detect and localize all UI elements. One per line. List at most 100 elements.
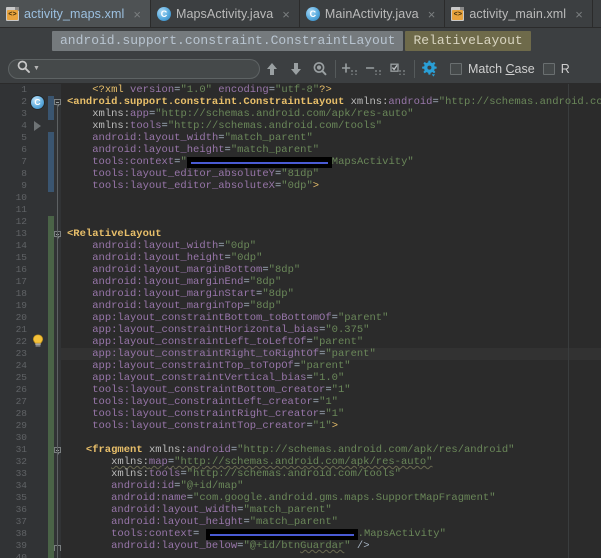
close-icon[interactable]: × xyxy=(426,8,438,21)
code-line[interactable]: android:layout_marginBottom="8dp" xyxy=(61,264,601,276)
code-line[interactable]: android:layout_height="match_parent" xyxy=(61,144,601,156)
remove-selection-button[interactable] xyxy=(363,57,387,81)
code-line[interactable]: <RelativeLayout xyxy=(61,228,601,240)
line-number: 36 xyxy=(15,504,27,515)
close-icon[interactable]: × xyxy=(280,8,292,21)
line-number: 28 xyxy=(15,408,27,419)
code-line[interactable]: xmlns:tools="http://schemas.android.com/… xyxy=(61,468,601,480)
find-previous-button[interactable] xyxy=(260,57,284,81)
code-line[interactable]: android:layout_marginStart="8dp" xyxy=(61,288,601,300)
search-input[interactable] xyxy=(42,61,251,76)
editor-tab-mainactivity-java[interactable]: C MainActivity.java × xyxy=(299,0,446,27)
close-icon[interactable]: × xyxy=(131,8,143,21)
code-line[interactable]: android:layout_width="match_parent" xyxy=(61,504,601,516)
code-line[interactable]: android:layout_height="match_parent" xyxy=(61,516,601,528)
code-line[interactable]: tools:context= .MapsActivity" xyxy=(61,528,601,540)
code-line[interactable]: <android.support.constraint.ConstraintLa… xyxy=(61,96,601,108)
line-number: 34 xyxy=(15,480,27,491)
chevron-down-icon[interactable]: ▼ xyxy=(33,65,40,72)
code-line[interactable]: android:layout_marginTop="8dp" xyxy=(61,300,601,312)
code-line[interactable]: app:layout_constraintBottom_toBottomOf="… xyxy=(61,312,601,324)
line-number: 29 xyxy=(15,420,27,431)
code-line[interactable]: tools:layout_constraintBottom_creator="1… xyxy=(61,384,601,396)
code-line[interactable]: <?xml version="1.0" encoding="utf-8"?> xyxy=(61,84,601,96)
line-number-column: 1 2 3 4 5 6 7 8 9 10 11 12 13 14 15 16 17 18 19 20 21 22 23 24 2… xyxy=(0,84,30,558)
line-number: 26 xyxy=(15,384,27,395)
line-number: 17 xyxy=(15,276,27,287)
breadcrumb-item-relativelayout[interactable]: RelativeLayout xyxy=(405,31,531,51)
code-line[interactable]: app:layout_constraintTop_toTopOf="parent… xyxy=(61,360,601,372)
fold-region-line xyxy=(57,104,58,558)
vcs-change-bar[interactable] xyxy=(48,132,54,192)
search-icon xyxy=(17,60,30,78)
editor-tab-label: MapsActivity.java xyxy=(175,7,274,21)
editor-tab-activity-maps-xml[interactable]: <> activity_maps.xml × xyxy=(0,0,151,27)
breadcrumb-item-constraintlayout[interactable]: android.support.constraint.ConstraintLay… xyxy=(52,31,404,51)
editor-tab-label: activity_maps.xml xyxy=(24,7,125,21)
editor-tab-mapsactivity-java[interactable]: C MapsActivity.java × xyxy=(150,0,300,27)
xml-file-icon: <> xyxy=(6,7,19,21)
code-line[interactable]: tools:layout_constraintRight_creator="1" xyxy=(61,408,601,420)
close-icon[interactable]: × xyxy=(573,8,585,21)
line-number: 33 xyxy=(15,468,27,479)
search-field[interactable]: ▼ xyxy=(8,58,260,79)
code-line[interactable]: app:layout_constraintRight_toRightOf="pa… xyxy=(61,348,601,360)
code-line[interactable]: tools:layout_constraintLeft_creator="1" xyxy=(61,396,601,408)
code-line[interactable] xyxy=(61,432,601,444)
code-line[interactable]: android:name="com.google.android.gms.map… xyxy=(61,492,601,504)
line-number: 35 xyxy=(15,492,27,503)
intention-bulb-icon[interactable] xyxy=(32,334,44,347)
vcs-change-bar[interactable] xyxy=(48,216,54,558)
line-number: 22 xyxy=(15,336,27,347)
editor-tab-activity-main-xml[interactable]: <> activity_main.xml × xyxy=(445,0,593,27)
code-line[interactable]: app:layout_constraintHorizontal_bias="0.… xyxy=(61,324,601,336)
code-line[interactable]: xmlns:tools="http://schemas.android.com/… xyxy=(61,120,601,132)
line-number: 6 xyxy=(21,144,27,155)
code-line[interactable]: android:layout_width="match_parent" xyxy=(61,132,601,144)
source-code[interactable]: <?xml version="1.0" encoding="utf-8"?> <a… xyxy=(61,84,601,558)
line-number: 38 xyxy=(15,528,27,539)
select-all-occurrences-button[interactable] xyxy=(308,57,332,81)
code-line[interactable]: tools:layout_constraintTop_creator="1"> xyxy=(61,420,601,432)
code-text-area[interactable]: <?xml version="1.0" encoding="utf-8"?> <a… xyxy=(61,84,601,558)
line-number: 23 xyxy=(15,348,27,359)
checkbox-box[interactable] xyxy=(542,62,555,75)
toolbar-separator xyxy=(414,59,415,78)
match-case-checkbox[interactable]: Match Case xyxy=(450,62,535,76)
code-line[interactable]: xmlns:map="http://schemas.android.com/ap… xyxy=(61,456,601,468)
code-line[interactable] xyxy=(61,204,601,216)
find-next-button[interactable] xyxy=(284,57,308,81)
line-number: 14 xyxy=(15,240,27,251)
line-number: 7 xyxy=(21,156,27,167)
code-line[interactable] xyxy=(61,192,601,204)
code-editor[interactable]: 1 2 3 4 5 6 7 8 9 10 11 12 13 14 15 16 17 18 19 20 21 22 23 24 2… xyxy=(0,84,601,558)
code-line[interactable]: <fragment xmlns:android="http://schemas.… xyxy=(61,444,601,456)
code-line[interactable]: tools:layout_editor_absoluteY="81dp" xyxy=(61,168,601,180)
code-line[interactable]: android:id="@+id/map" xyxy=(61,480,601,492)
code-line[interactable]: android:layout_height="0dp" xyxy=(61,252,601,264)
code-line[interactable]: android:layout_marginEnd="8dp" xyxy=(61,276,601,288)
line-number: 13 xyxy=(15,228,27,239)
expand-arrow-icon[interactable] xyxy=(34,121,41,131)
code-line[interactable]: tools:context=" MapsActivity" xyxy=(61,156,601,168)
find-toolbar: ▼ Match Case R xyxy=(0,54,601,84)
line-number: 9 xyxy=(21,180,27,191)
code-line[interactable] xyxy=(61,552,601,558)
checkbox-box[interactable] xyxy=(450,62,462,75)
code-line[interactable]: tools:layout_editor_absoluteX="0dp"> xyxy=(61,180,601,192)
code-line[interactable]: xmlns:app="http://schemas.android.com/ap… xyxy=(61,108,601,120)
find-settings-button[interactable] xyxy=(418,57,442,81)
code-line[interactable]: app:layout_constraintLeft_toLeftOf="pare… xyxy=(61,336,601,348)
regex-label: R xyxy=(560,61,570,76)
code-line[interactable] xyxy=(61,216,601,228)
code-line[interactable]: android:layout_below="@+id/btnGuardar" /… xyxy=(61,540,601,552)
line-number: 27 xyxy=(15,396,27,407)
java-class-gutter-icon[interactable]: C xyxy=(31,96,44,109)
select-all-lines-button[interactable] xyxy=(387,57,411,81)
line-number: 31 xyxy=(15,444,27,455)
regex-checkbox[interactable]: R xyxy=(542,61,570,76)
add-selection-next-button[interactable] xyxy=(339,57,363,81)
editor-gutter[interactable]: 1 2 3 4 5 6 7 8 9 10 11 12 13 14 15 16 17 18 19 20 21 22 23 24 2… xyxy=(0,84,61,558)
code-line[interactable]: android:layout_width="0dp" xyxy=(61,240,601,252)
code-line[interactable]: app:layout_constraintVertical_bias="1.0" xyxy=(61,372,601,384)
